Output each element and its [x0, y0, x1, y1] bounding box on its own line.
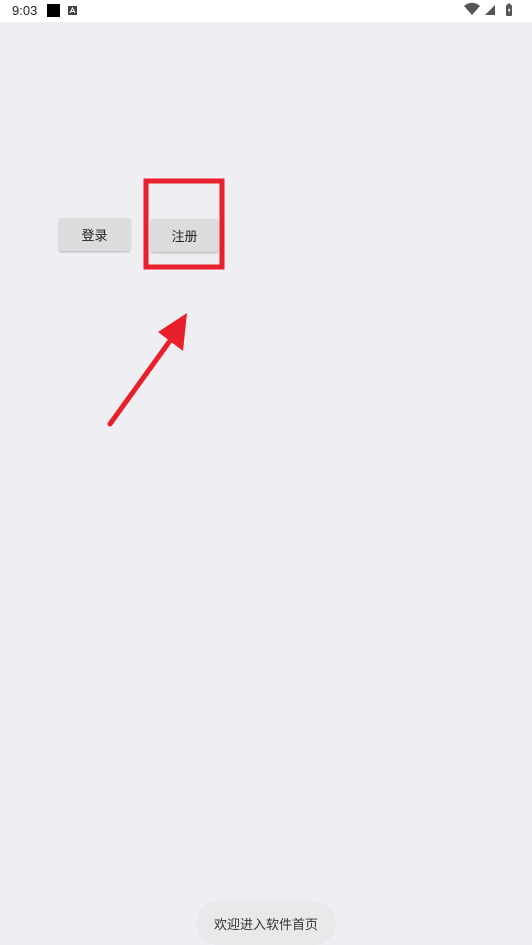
battery-icon [506, 3, 512, 16]
status-icons [462, 0, 532, 22]
main-content: 登录 注册 欢迎进入软件首页 [0, 22, 532, 945]
notification-square-icon [47, 4, 60, 17]
status-time: 9:03 [12, 3, 38, 18]
register-button[interactable]: 注册 [151, 219, 218, 252]
wifi-icon [464, 2, 480, 15]
login-button[interactable]: 登录 [59, 218, 130, 251]
status-bar: 9:03 [0, 0, 532, 22]
signal-icon [485, 5, 495, 15]
a-notification-icon [68, 6, 77, 15]
toast-message: 欢迎进入软件首页 [196, 901, 336, 945]
